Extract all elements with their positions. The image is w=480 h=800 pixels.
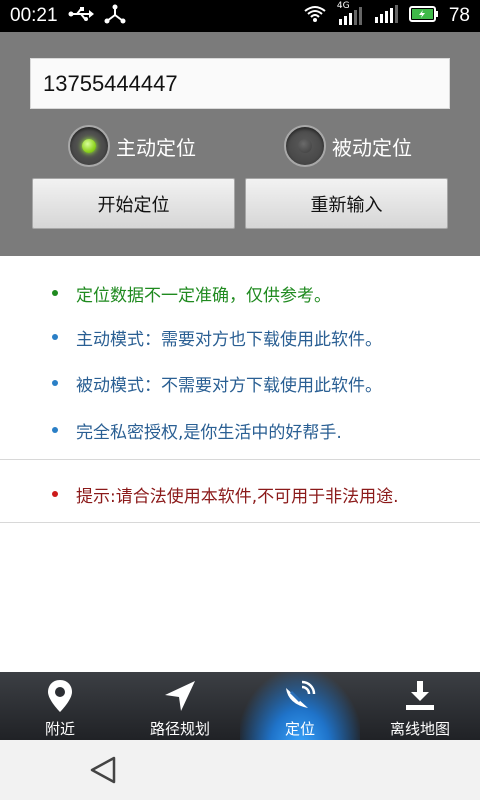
bottom-nav: 附近 路径规划 定位 离线地图 — [0, 672, 480, 740]
satellite-dish-icon — [282, 678, 318, 714]
usb-icon — [68, 6, 94, 26]
nav-label: 附近 — [44, 720, 75, 738]
info-item: 主动模式：需要对方也下载使用此软件。 — [52, 322, 382, 352]
status-bar: 00:21 4G 78 — [0, 0, 480, 32]
radio-label: 主动定位 — [116, 135, 196, 160]
system-nav-bar — [0, 740, 480, 800]
signal-icon-2 — [373, 5, 399, 27]
radio-label: 被动定位 — [332, 135, 412, 160]
phone-number-input[interactable]: 13755444447 — [30, 58, 450, 109]
reset-input-button[interactable]: 重新输入 — [245, 178, 448, 229]
start-location-button[interactable]: 开始定位 — [32, 178, 235, 229]
download-icon — [402, 678, 438, 714]
radio-passive-location[interactable]: 被动定位 — [284, 124, 412, 168]
wifi-icon — [303, 5, 327, 27]
nav-label: 路径规划 — [149, 720, 210, 738]
nav-route-planning[interactable]: 路径规划 — [120, 672, 240, 740]
info-item: 定位数据不一定准确，仅供参考。 — [52, 278, 331, 308]
divider — [0, 522, 480, 523]
warning-item: 提示:请合法使用本软件,不可用于非法用途. — [52, 479, 399, 509]
nav-location[interactable]: 定位 — [240, 672, 360, 740]
radio-selected-dot — [82, 139, 96, 153]
navigation-arrow-icon — [162, 678, 198, 714]
radio-button[interactable] — [68, 125, 110, 167]
control-panel: 13755444447 主动定位 被动定位 开始定位 重新输入 — [0, 32, 480, 256]
radio-active-location[interactable]: 主动定位 — [68, 124, 196, 168]
bullet-icon — [52, 290, 58, 296]
info-text: 定位数据不一定准确，仅供参考。 — [76, 285, 331, 306]
info-item: 被动模式：不需要对方下载使用此软件。 — [52, 368, 382, 398]
bullet-icon — [52, 427, 58, 433]
info-text: 主动模式：需要对方也下载使用此软件。 — [76, 329, 382, 350]
status-time: 00:21 — [10, 5, 58, 26]
radio-button[interactable] — [284, 125, 326, 167]
nav-label: 离线地图 — [389, 720, 450, 738]
info-text: 完全私密授权,是你生活中的好帮手. — [76, 422, 342, 443]
nav-label: 定位 — [284, 720, 315, 738]
nav-nearby[interactable]: 附近 — [0, 672, 120, 740]
network-type-label: 4G — [336, 1, 350, 11]
radio-unselected-dot — [298, 139, 312, 153]
battery-percent: 78 — [448, 5, 470, 26]
bullet-icon — [52, 334, 58, 340]
signal-icon: 4G — [337, 1, 363, 25]
warning-text: 提示:请合法使用本软件,不可用于非法用途. — [76, 486, 399, 507]
bullet-icon — [52, 491, 58, 497]
info-item: 完全私密授权,是你生活中的好帮手. — [52, 415, 342, 445]
info-text: 被动模式：不需要对方下载使用此软件。 — [76, 375, 382, 396]
battery-icon — [408, 6, 439, 26]
share-icon — [104, 4, 126, 28]
location-pin-icon — [42, 678, 78, 714]
divider — [0, 459, 480, 460]
back-icon[interactable] — [86, 752, 122, 788]
nav-offline-map[interactable]: 离线地图 — [360, 672, 480, 740]
bullet-icon — [52, 380, 58, 386]
